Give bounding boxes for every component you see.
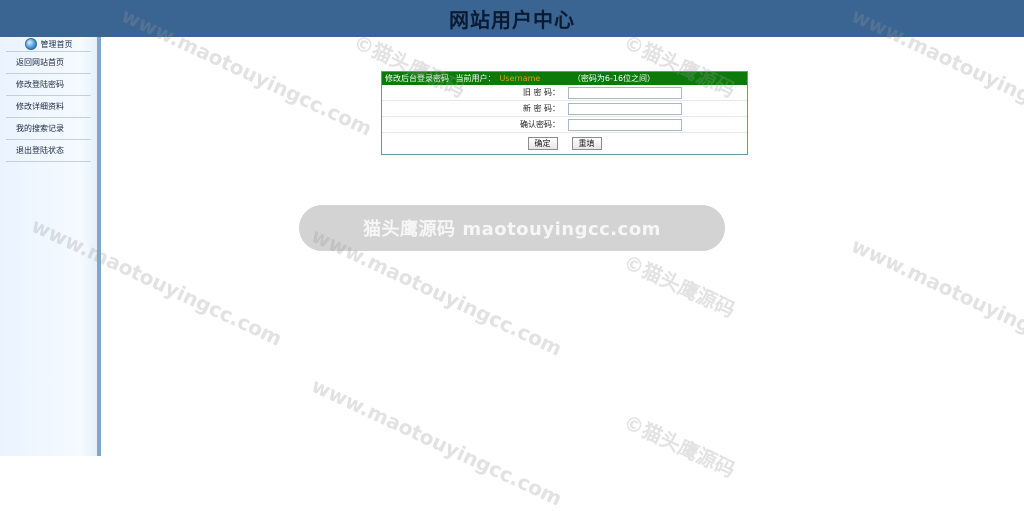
sidebar-item-change-password[interactable]: 修改登陆密码 xyxy=(6,74,91,96)
globe-icon xyxy=(24,38,37,50)
panel-title: 修改后台登录密码 xyxy=(385,74,449,83)
current-user-label: 当前用户： xyxy=(455,74,496,83)
new-password-label: 新 密 码： xyxy=(522,104,560,113)
change-password-panel: 修改后台登录密码 当前用户： Username （密码为6-16位之间） 旧 密 … xyxy=(381,71,748,155)
sidebar-heading[interactable]: 管理首页 xyxy=(0,37,97,51)
sidebar-menu: 返回网站首页 修改登陆密码 修改详细资料 我的搜索记录 退出登陆状态 xyxy=(0,51,97,162)
sidebar-item-search-history[interactable]: 我的搜索记录 xyxy=(6,118,91,140)
reset-button[interactable]: 重填 xyxy=(571,136,602,150)
old-password-row: 旧 密 码： xyxy=(382,85,747,101)
old-password-input[interactable] xyxy=(568,86,682,99)
sidebar-item-logout[interactable]: 退出登陆状态 xyxy=(6,140,91,162)
button-row: 确定 重填 xyxy=(382,133,747,153)
confirm-password-label: 确认密码： xyxy=(520,120,560,129)
panel-header: 修改后台登录密码 当前用户： Username （密码为6-16位之间） xyxy=(382,72,747,85)
new-password-row: 新 密 码： xyxy=(382,101,747,117)
page-title: 网站用户中心 xyxy=(449,8,575,32)
sidebar-item-edit-profile[interactable]: 修改详细资料 xyxy=(6,96,91,118)
confirm-password-input[interactable] xyxy=(568,118,682,131)
old-password-label: 旧 密 码： xyxy=(522,88,560,97)
current-user-name: Username xyxy=(499,74,541,83)
submit-button[interactable]: 确定 xyxy=(527,136,558,150)
sidebar-item-home[interactable]: 返回网站首页 xyxy=(6,51,91,74)
watermark-banner: 猫头鹰源码 maotouyingcc.com xyxy=(299,205,725,251)
confirm-password-row: 确认密码： xyxy=(382,117,747,133)
new-password-input[interactable] xyxy=(568,102,682,115)
sidebar-heading-label: 管理首页 xyxy=(40,39,73,49)
password-hint: （密码为6-16位之间） xyxy=(572,74,656,83)
header-bar: 网站用户中心 xyxy=(0,0,1024,37)
sidebar: 管理首页 返回网站首页 修改登陆密码 修改详细资料 我的搜索记录 退出登陆状态 xyxy=(0,37,101,456)
